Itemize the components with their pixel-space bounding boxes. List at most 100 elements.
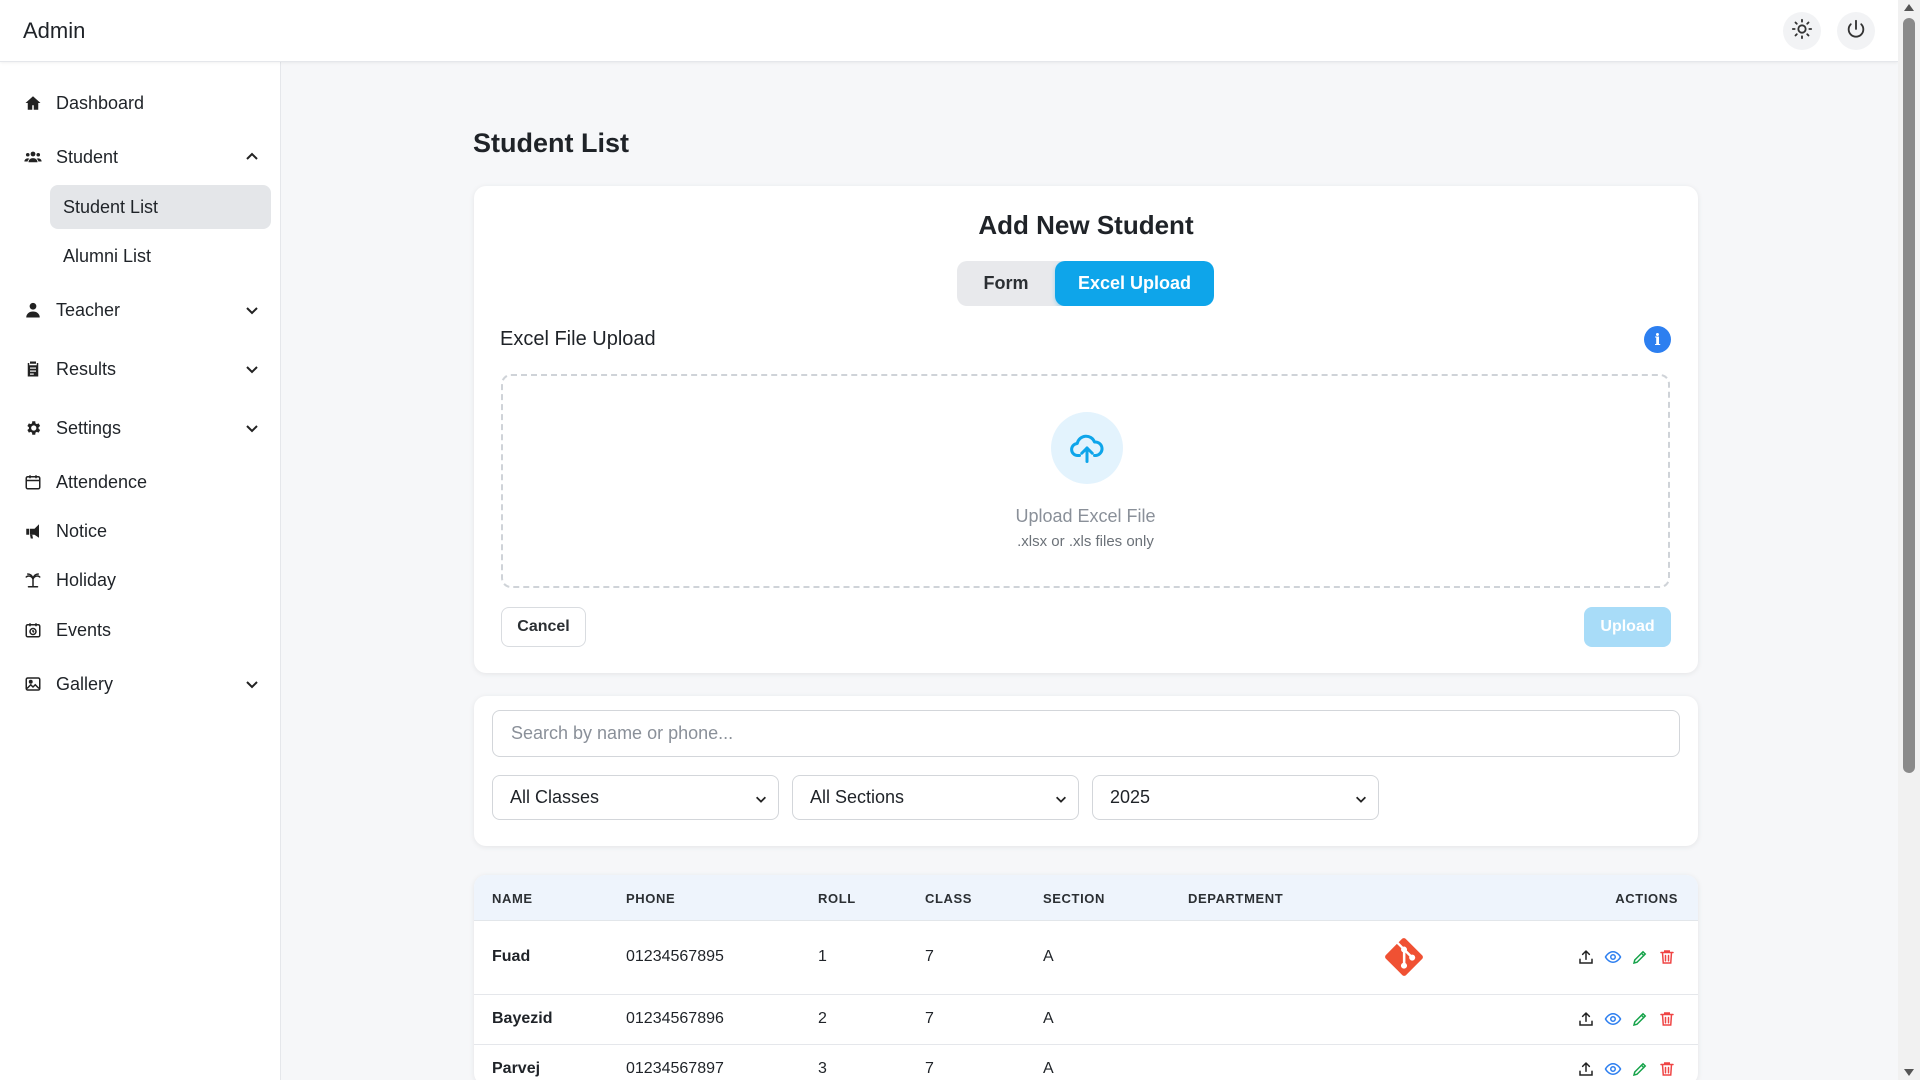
info-icon: i	[1654, 330, 1661, 349]
sidebar-item-label: Results	[56, 358, 117, 379]
cell-name: Parvej	[492, 1060, 541, 1077]
excel-dropzone[interactable]: Upload Excel File .xlsx or .xls files on…	[501, 374, 1670, 588]
theme-toggle-button[interactable]	[1783, 12, 1821, 50]
chevron-down-icon	[246, 425, 258, 433]
tab-excel-upload[interactable]: Excel Upload	[1055, 261, 1214, 306]
image-icon	[23, 674, 43, 694]
cell-roll: 1	[818, 948, 827, 965]
column-header: DEPARTMENT	[1188, 891, 1284, 906]
sidebar: Dashboard Student Student List Alumni Li…	[0, 62, 281, 1080]
eye-icon	[1604, 1062, 1622, 1076]
pencil-icon	[1632, 1012, 1647, 1027]
delete-button[interactable]	[1658, 1060, 1676, 1078]
edit-button[interactable]	[1631, 948, 1649, 966]
sidebar-item-label: Attendence	[56, 471, 148, 492]
clipboard-icon	[23, 359, 43, 379]
chevron-down-icon	[756, 796, 766, 803]
column-header: SECTION	[1043, 891, 1105, 906]
promote-button[interactable]	[1577, 1060, 1595, 1078]
upload-button[interactable]: Upload	[1584, 607, 1671, 647]
year-select[interactable]: 2025	[1092, 775, 1379, 820]
search-input[interactable]: Search by name or phone...	[492, 710, 1680, 757]
cell-roll: 2	[818, 1010, 827, 1027]
search-placeholder: Search by name or phone...	[511, 723, 734, 743]
students-table: NAME PHONE ROLL CLASS SECTION DEPARTMENT…	[474, 875, 1698, 1080]
info-button[interactable]: i	[1644, 326, 1671, 353]
sidebar-subitem-label: Student List	[63, 196, 159, 217]
mode-toggle: Form Excel Upload	[957, 261, 1214, 306]
section-select[interactable]: All Sections	[792, 775, 1079, 820]
sidebar-item-events[interactable]: Events	[14, 608, 270, 652]
chevron-down-icon	[246, 366, 258, 374]
home-icon	[23, 93, 43, 113]
view-button[interactable]	[1604, 1010, 1622, 1028]
sidebar-item-dashboard[interactable]: Dashboard	[14, 81, 270, 125]
column-header: ACTIONS	[1615, 891, 1678, 906]
column-header: ROLL	[818, 891, 856, 906]
table-row: Parvej 01234567897 3 7 A	[474, 1045, 1698, 1080]
column-header: PHONE	[626, 891, 676, 906]
sidebar-item-gallery[interactable]: Gallery	[14, 662, 270, 706]
view-button[interactable]	[1604, 1060, 1622, 1078]
chevron-down-icon	[246, 307, 258, 315]
table-row: Bayezid 01234567896 2 7 A	[474, 995, 1698, 1045]
eye-icon	[1604, 950, 1622, 964]
row-actions	[1577, 1060, 1676, 1078]
promote-button[interactable]	[1577, 948, 1595, 966]
column-header: NAME	[492, 891, 533, 906]
users-icon	[23, 147, 43, 167]
scroll-down-arrow-icon[interactable]	[1904, 1069, 1914, 1076]
sidebar-item-holiday[interactable]: Holiday	[14, 558, 270, 602]
page-scrollbar[interactable]	[1898, 0, 1920, 1080]
sidebar-item-label: Gallery	[56, 673, 114, 694]
sidebar-item-label: Holiday	[56, 569, 117, 590]
git-logo-icon	[1385, 938, 1423, 976]
row-actions	[1577, 948, 1676, 966]
pencil-icon	[1632, 950, 1647, 965]
sun-icon	[1791, 18, 1813, 45]
calendar-icon	[23, 472, 43, 492]
sidebar-item-results[interactable]: Results	[14, 347, 270, 391]
power-icon	[1845, 18, 1867, 45]
sidebar-item-notice[interactable]: Notice	[14, 509, 270, 553]
table-row: Fuad 01234567895 1 7 A	[474, 921, 1698, 995]
sidebar-item-teacher[interactable]: Teacher	[14, 288, 270, 332]
excel-upload-label: Excel File Upload	[500, 328, 656, 350]
dropzone-title: Upload Excel File	[1015, 506, 1156, 526]
upload-icon	[1579, 949, 1593, 964]
upload-icon	[1579, 1011, 1593, 1026]
sidebar-item-label: Dashboard	[56, 92, 145, 113]
logout-button[interactable]	[1837, 12, 1875, 50]
sidebar-item-settings[interactable]: Settings	[14, 406, 270, 450]
cancel-button[interactable]: Cancel	[501, 607, 586, 647]
view-button[interactable]	[1604, 948, 1622, 966]
scroll-up-arrow-icon[interactable]	[1904, 4, 1914, 11]
top-bar: Admin	[0, 0, 1898, 62]
scroll-thumb[interactable]	[1903, 18, 1915, 773]
cell-section: A	[1043, 1060, 1054, 1077]
chevron-down-icon	[1356, 796, 1366, 803]
cell-section: A	[1043, 948, 1054, 965]
trash-icon	[1660, 950, 1674, 964]
sidebar-subitem-alumni-list[interactable]: Alumni List	[50, 234, 271, 278]
edit-button[interactable]	[1631, 1010, 1649, 1028]
cell-name: Fuad	[492, 948, 531, 965]
cell-phone: 01234567895	[626, 948, 724, 965]
sidebar-item-label: Student	[56, 146, 119, 167]
sidebar-item-label: Notice	[56, 520, 108, 541]
dropzone-hint: .xlsx or .xls files only	[1017, 533, 1154, 550]
tab-form[interactable]: Form	[957, 261, 1055, 306]
delete-button[interactable]	[1658, 1010, 1676, 1028]
sidebar-item-attendence[interactable]: Attendence	[14, 460, 270, 504]
promote-button[interactable]	[1577, 1010, 1595, 1028]
sidebar-subitem-student-list[interactable]: Student List	[50, 185, 271, 229]
sidebar-item-label: Events	[56, 619, 112, 640]
class-select[interactable]: All Classes	[492, 775, 779, 820]
sidebar-item-student[interactable]: Student	[14, 135, 270, 179]
delete-button[interactable]	[1658, 948, 1676, 966]
cell-roll: 3	[818, 1060, 827, 1077]
edit-button[interactable]	[1631, 1060, 1649, 1078]
user-icon	[23, 300, 43, 320]
cell-phone: 01234567896	[626, 1010, 724, 1027]
gear-icon	[23, 418, 43, 438]
